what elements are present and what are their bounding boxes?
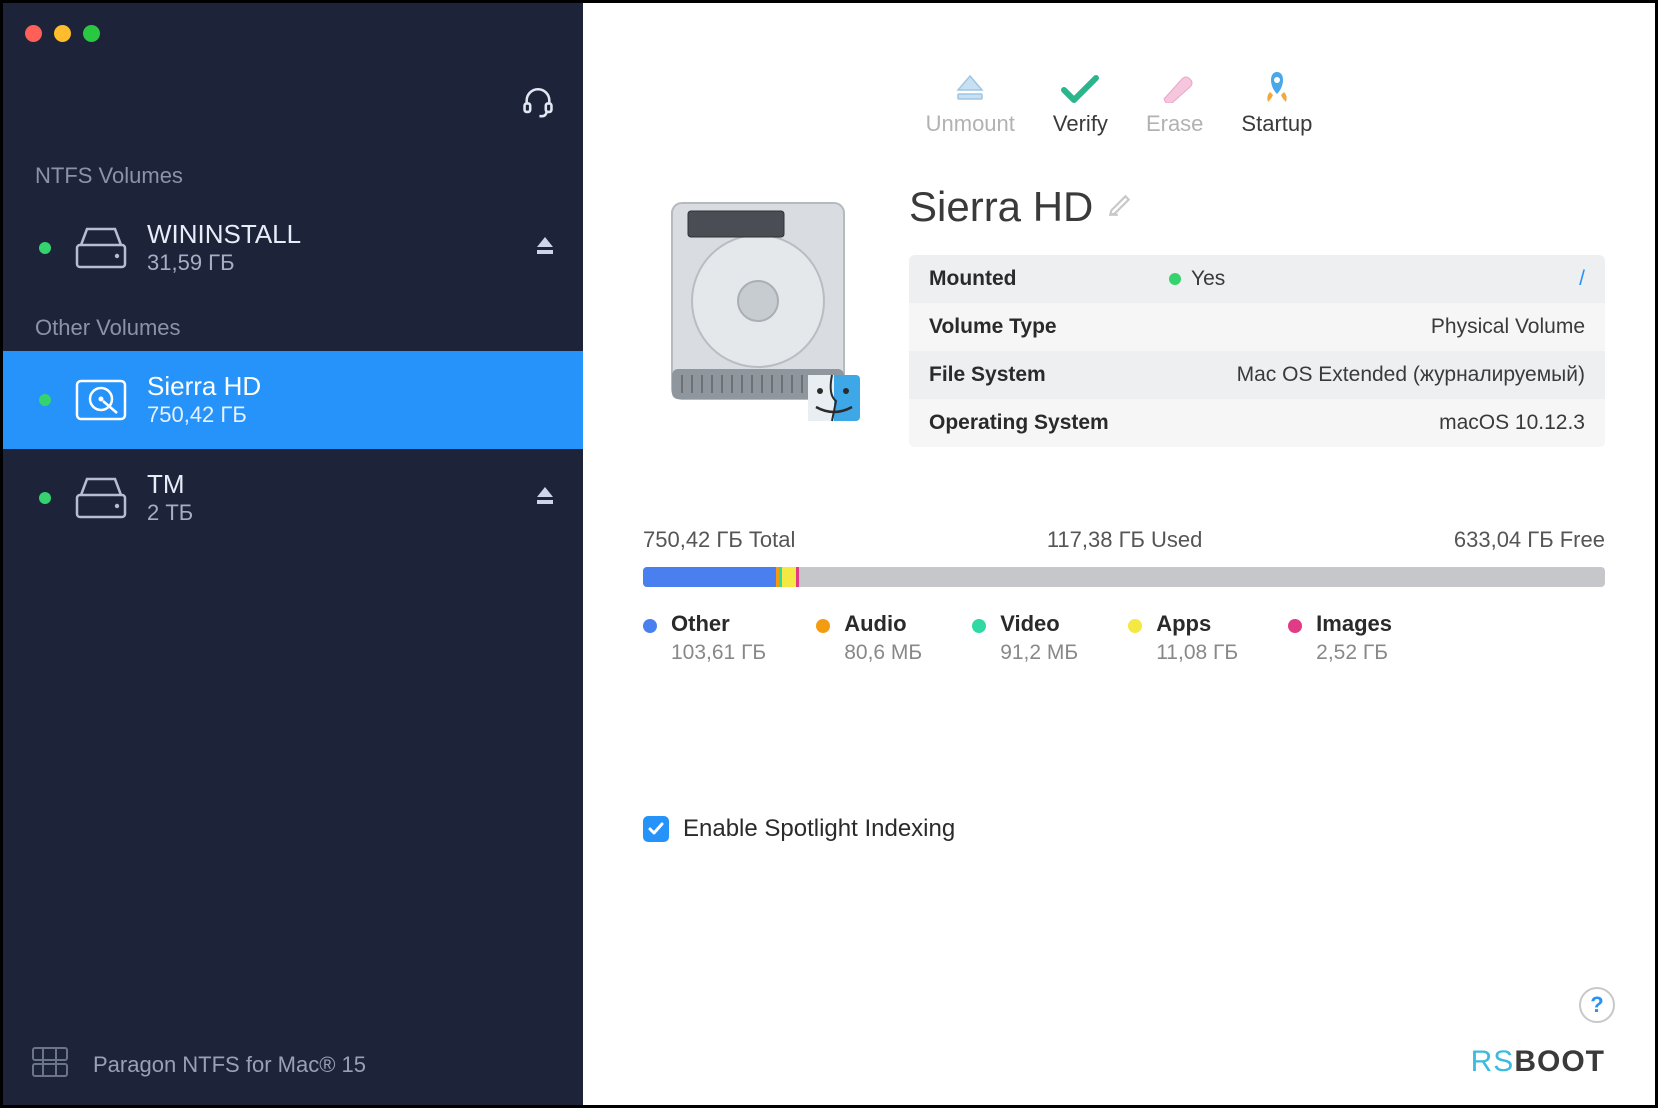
eject-icon[interactable] — [535, 235, 555, 262]
startup-button[interactable]: Startup — [1241, 71, 1312, 137]
legend-dot-icon — [1288, 619, 1302, 633]
sidebar-footer[interactable]: Paragon NTFS for Mac® 15 — [3, 1025, 583, 1105]
window-minimize-button[interactable] — [54, 25, 71, 42]
legend-item: Images2,52 ГБ — [1288, 611, 1392, 665]
usage-total: 750,42 ГБ Total — [643, 527, 795, 553]
headset-icon[interactable] — [521, 85, 555, 124]
verify-button[interactable]: Verify — [1053, 71, 1108, 137]
brand-watermark: RSBOOT — [1471, 1045, 1605, 1079]
eject-icon[interactable] — [535, 485, 555, 512]
drive-icon — [73, 222, 129, 274]
legend-item: Audio80,6 МБ — [816, 611, 922, 665]
status-dot-icon — [39, 492, 51, 504]
sidebar-volume-wininstall[interactable]: WININSTALL 31,59 ГБ — [3, 199, 583, 297]
volume-size: 750,42 ГБ — [147, 402, 555, 428]
legend-item: Other103,61 ГБ — [643, 611, 766, 665]
window-controls — [3, 3, 583, 63]
usage-legend: Other103,61 ГБ Audio80,6 МБ Video91,2 МБ Ap… — [643, 611, 1605, 665]
usage-segment — [782, 567, 796, 587]
help-button[interactable]: ? — [1579, 987, 1615, 1023]
volume-large-icon — [643, 183, 873, 447]
window-fullscreen-button[interactable] — [83, 25, 100, 42]
main-panel: Unmount Verify Erase Startup — [583, 3, 1655, 1105]
usage-segment — [643, 567, 776, 587]
usage-free: 633,04 ГБ Free — [1454, 527, 1605, 553]
rename-icon[interactable] — [1107, 192, 1133, 223]
legend-dot-icon — [1128, 619, 1142, 633]
drive-icon — [73, 472, 129, 524]
spotlight-checkbox[interactable] — [643, 816, 669, 842]
legend-dot-icon — [972, 619, 986, 633]
erase-icon — [1155, 71, 1195, 105]
volume-info-table: Mounted Yes / Volume Type Physical Volum… — [909, 255, 1605, 447]
window-close-button[interactable] — [25, 25, 42, 42]
volume-name: WININSTALL — [147, 220, 535, 249]
mounted-dot-icon — [1169, 273, 1181, 285]
legend-dot-icon — [816, 619, 830, 633]
volume-size: 31,59 ГБ — [147, 250, 535, 276]
legend-dot-icon — [643, 619, 657, 633]
usage-section: 750,42 ГБ Total 117,38 ГБ Used 633,04 ГБ… — [583, 457, 1655, 665]
volume-name: TM — [147, 470, 535, 499]
sidebar-volume-sierra-hd[interactable]: Sierra HD 750,42 ГБ — [3, 351, 583, 449]
startup-icon — [1257, 71, 1297, 105]
table-row: File System Mac OS Extended (журналируем… — [909, 351, 1605, 399]
sidebar-section-ntfs: NTFS Volumes — [3, 145, 583, 199]
internal-drive-icon — [73, 374, 129, 426]
toolbar: Unmount Verify Erase Startup — [583, 3, 1655, 153]
usage-segment — [796, 567, 799, 587]
verify-icon — [1060, 71, 1100, 105]
mount-point[interactable]: / — [1579, 267, 1585, 291]
table-row: Mounted Yes / — [909, 255, 1605, 303]
legend-item: Apps11,08 ГБ — [1128, 611, 1238, 665]
volume-title: Sierra HD — [909, 183, 1093, 231]
drive-stack-icon — [31, 1046, 69, 1084]
volume-name: Sierra HD — [147, 372, 555, 401]
usage-used: 117,38 ГБ Used — [1047, 527, 1203, 553]
spotlight-label: Enable Spotlight Indexing — [683, 815, 955, 843]
sidebar-volume-tm[interactable]: TM 2 ТБ — [3, 449, 583, 547]
sidebar: NTFS Volumes WININSTALL 31,59 ГБ Other V… — [3, 3, 583, 1105]
erase-button[interactable]: Erase — [1146, 71, 1203, 137]
table-row: Operating System macOS 10.12.3 — [909, 399, 1605, 447]
unmount-icon — [950, 71, 990, 105]
table-row: Volume Type Physical Volume — [909, 303, 1605, 351]
status-dot-icon — [39, 394, 51, 406]
status-dot-icon — [39, 242, 51, 254]
footer-product-name: Paragon NTFS for Mac® 15 — [93, 1052, 366, 1078]
sidebar-section-other: Other Volumes — [3, 297, 583, 351]
legend-item: Video91,2 МБ — [972, 611, 1078, 665]
volume-size: 2 ТБ — [147, 500, 535, 526]
usage-bar — [643, 567, 1605, 587]
unmount-button[interactable]: Unmount — [926, 71, 1015, 137]
